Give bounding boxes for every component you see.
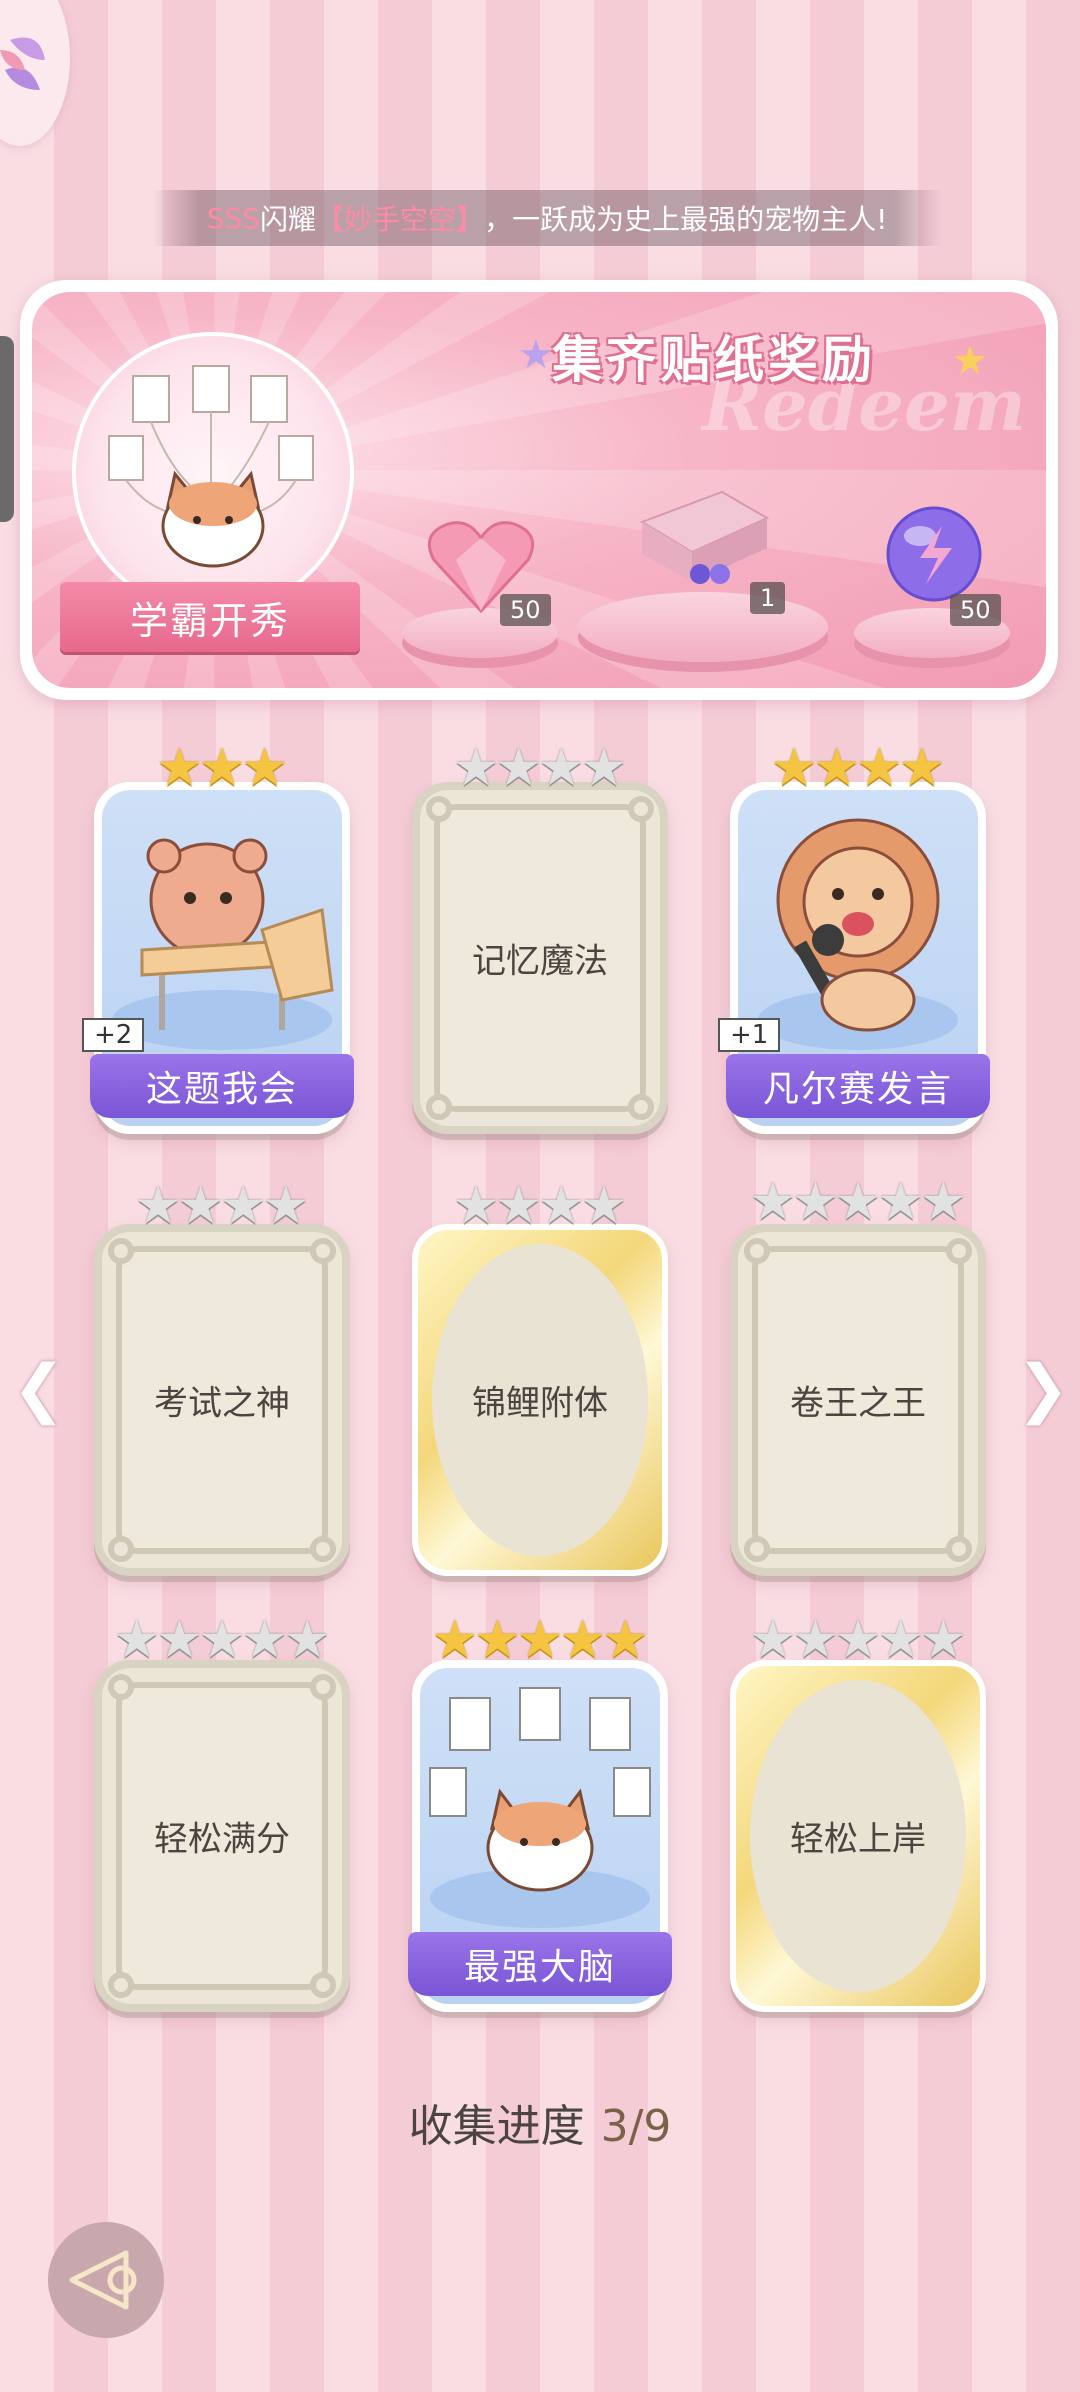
star-icon: ★ xyxy=(877,1172,924,1232)
star-icon: ★ xyxy=(898,738,946,798)
plus-badge: +2 xyxy=(82,1018,145,1052)
star-icon: ★ xyxy=(834,1172,882,1232)
star-icon: ★ xyxy=(156,738,203,798)
star-icon: ★ xyxy=(113,1610,161,1670)
side-drawer-handle[interactable] xyxy=(0,336,14,522)
reward-count: 50 xyxy=(950,594,1001,626)
star-icon: ★ xyxy=(452,738,500,798)
star-icon: ★ xyxy=(516,1610,564,1670)
star-icon: ★ xyxy=(156,1610,203,1670)
marquee-prefix: SSS xyxy=(206,201,261,235)
card-title: 卷王之王 xyxy=(790,1383,926,1424)
star-icon: ★ xyxy=(495,1176,542,1236)
announcement-marquee: SSS 闪耀 【妙手空空】 ，一跃成为史上最强的宠物主人! xyxy=(152,190,942,246)
star-icon: ★ xyxy=(262,1176,310,1236)
card-stars: ★ ★ ★ ★ xyxy=(94,1180,350,1232)
card-stars: ★ ★ ★ ★ ★ xyxy=(412,1614,668,1666)
star-icon: ★ xyxy=(538,738,585,798)
sticker-card[interactable]: +2 这题我会 xyxy=(82,782,354,1134)
star-icon: ★ xyxy=(919,1172,967,1232)
star-icon: ★ xyxy=(559,1610,606,1670)
pedestal xyxy=(578,592,828,662)
star-icon: ★ xyxy=(601,1610,649,1670)
star-icon: ★ xyxy=(474,1610,521,1670)
star-icon: ★ xyxy=(177,1176,224,1236)
card-stars: ★ ★ ★ ★ xyxy=(412,742,668,794)
purple-orb-icon[interactable] xyxy=(884,504,984,604)
sticker-card[interactable]: 卷王之王 xyxy=(730,1224,986,1576)
star-icon: ★ xyxy=(856,738,903,798)
cat-papers-icon xyxy=(429,1687,651,1928)
star-icon: ★ xyxy=(241,1610,288,1670)
star-icon: ★ xyxy=(283,1610,331,1670)
sticker-card[interactable]: 最强大脑 xyxy=(408,1660,672,2012)
star-icon: ★ xyxy=(770,738,818,798)
marquee-highlight: 【妙手空空】 xyxy=(316,203,485,236)
star-icon: ★ xyxy=(452,1176,500,1236)
star-icon: ★ xyxy=(749,1172,797,1232)
card-stars: ★ ★ ★ ★ ★ xyxy=(94,1614,350,1666)
card-title: 这题我会 xyxy=(90,1054,354,1118)
plus-badge: +1 xyxy=(718,1018,781,1052)
cat-papers-icon xyxy=(108,365,314,568)
card-title: 锦鲤附体 xyxy=(472,1383,608,1424)
star-icon: ★ xyxy=(834,1610,882,1670)
star-icon: ★ xyxy=(749,1610,797,1670)
card-title: 考试之神 xyxy=(154,1383,290,1424)
card-title: 轻松满分 xyxy=(154,1819,290,1860)
pinwheel-icon xyxy=(0,37,45,90)
card-stars: ★ ★ ★ ★ ★ xyxy=(730,1614,986,1666)
star-icon: ★ xyxy=(813,738,860,798)
reward-banner: Redeem ★ 集齐贴纸奖励 ★ 学霸开秀 50 1 50 xyxy=(20,280,1058,700)
card-title: 最强大脑 xyxy=(408,1932,672,1996)
gift-box-icon[interactable] xyxy=(632,482,772,592)
reward-count: 50 xyxy=(500,594,551,626)
star-icon: ★ xyxy=(919,1610,967,1670)
marquee-suffix: ，一跃成为史上最强的宠物主人! xyxy=(484,203,888,236)
star-icon: ★ xyxy=(198,738,246,798)
star-icon: ★ xyxy=(538,1176,585,1236)
sticker-card[interactable]: 考试之神 xyxy=(94,1224,350,1576)
star-icon: ★ xyxy=(220,1176,267,1236)
bear-desk-icon xyxy=(112,838,334,1050)
star-icon: ★ xyxy=(518,332,554,378)
medal-badge[interactable] xyxy=(72,332,354,614)
sticker-card[interactable]: 记忆魔法 xyxy=(412,782,668,1134)
chevron-right-icon[interactable]: ❯ xyxy=(1016,1352,1070,1426)
back-icon xyxy=(69,2250,137,2310)
collection-progress: 收集进度 3/9 xyxy=(0,2090,1080,2154)
star-icon: ★ xyxy=(134,1176,182,1236)
card-title: 记忆魔法 xyxy=(472,941,608,982)
progress-label: 收集进度 xyxy=(408,2101,585,2152)
sticker-card[interactable]: 锦鲤附体 xyxy=(412,1224,668,1576)
star-icon: ★ xyxy=(792,1610,839,1670)
star-icon: ★ xyxy=(431,1610,479,1670)
sticker-card[interactable]: 轻松上岸 xyxy=(730,1660,986,2012)
back-button[interactable] xyxy=(48,2222,164,2338)
progress-value: 3/9 xyxy=(600,2101,672,2152)
card-title: 凡尔赛发言 xyxy=(726,1054,990,1118)
chevron-left-icon[interactable]: ❮ xyxy=(12,1352,66,1426)
reward-title: 集齐贴纸奖励 xyxy=(552,331,876,389)
menu-button[interactable] xyxy=(0,0,70,146)
card-stars: ★ ★ ★ ★ xyxy=(412,1180,668,1232)
card-title: 轻松上岸 xyxy=(790,1819,926,1860)
card-stars: ★ ★ ★ ★ xyxy=(730,742,986,794)
star-icon: ★ xyxy=(792,1172,839,1232)
lion-mic-icon xyxy=(758,818,958,1050)
star-icon: ★ xyxy=(952,338,988,384)
card-stars: ★ ★ ★ ★ ★ xyxy=(730,1176,986,1228)
star-icon: ★ xyxy=(877,1610,924,1670)
card-stars: ★ ★ ★ xyxy=(94,742,350,794)
marquee-mid: 闪耀 xyxy=(260,203,317,236)
sticker-card[interactable]: 轻松满分 xyxy=(94,1660,350,2012)
reward-count: 1 xyxy=(750,582,786,614)
star-icon: ★ xyxy=(580,738,628,798)
star-icon: ★ xyxy=(241,738,288,798)
star-icon: ★ xyxy=(495,738,542,798)
star-icon: ★ xyxy=(198,1610,246,1670)
star-icon: ★ xyxy=(580,1176,628,1236)
sticker-card[interactable]: +1 凡尔赛发言 xyxy=(718,782,990,1134)
medal-label: 学霸开秀 xyxy=(60,582,360,652)
